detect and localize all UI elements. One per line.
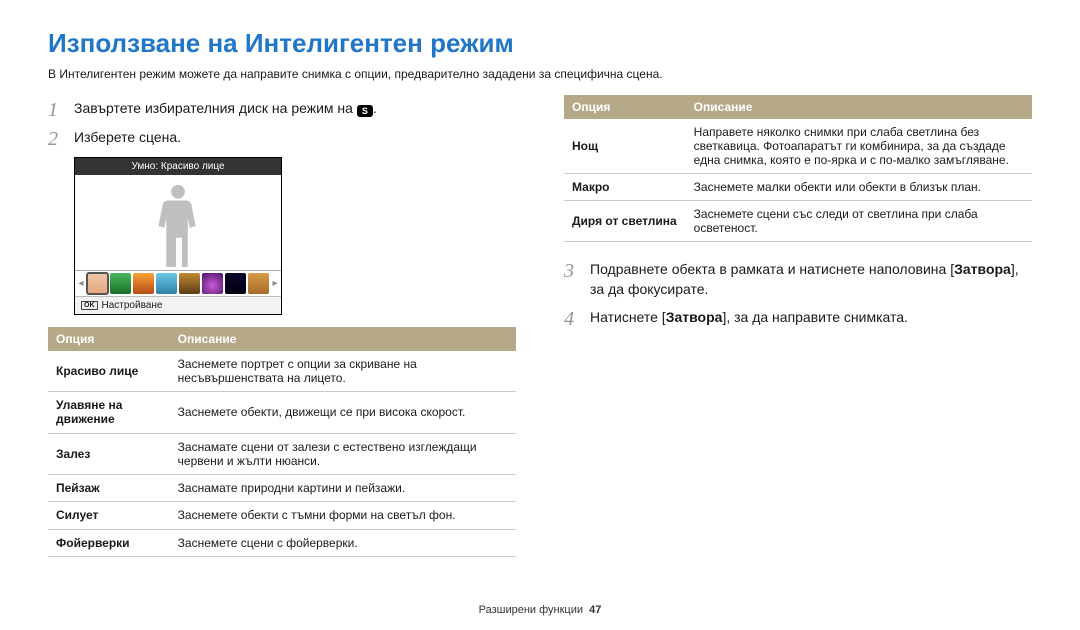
option-description: Направете няколко снимки при слаба светл… <box>686 119 1032 174</box>
page-title: Използване на Интелигентен режим <box>48 28 1032 59</box>
screen-footer: OK Настройване <box>75 296 281 314</box>
option-description: Заснемете обекти, движещи се при висока … <box>170 392 516 434</box>
option-name: Диря от светлина <box>564 201 686 242</box>
screen-body <box>75 175 281 270</box>
option-description: Заснемете портрет с опции за скриване на… <box>170 351 516 392</box>
scene-thumb[interactable] <box>202 273 223 294</box>
step-2: 2 Изберете сцена. <box>48 128 516 149</box>
col-option: Опция <box>48 327 170 351</box>
option-description: Заснемете сцени със следи от светлина пр… <box>686 201 1032 242</box>
scene-thumb[interactable] <box>179 273 200 294</box>
page-footer: Разширени функции 47 <box>0 604 1080 616</box>
table-row: СилуетЗаснемете обекти с тъмни форми на … <box>48 502 516 529</box>
step-4-text-pre: Натиснете [ <box>590 309 666 325</box>
step-2-text: Изберете сцена. <box>74 128 181 149</box>
scroll-right-icon[interactable]: ▸ <box>271 278 279 289</box>
right-column: Опция Описание НощНаправете няколко сним… <box>564 95 1032 557</box>
col-description: Описание <box>686 95 1032 119</box>
mode-dial-icon: S <box>357 105 373 117</box>
step-1-text-pre: Завъртете избирателния диск на режим на <box>74 100 357 116</box>
scene-thumbs-row: ◂ ▸ <box>75 270 281 296</box>
option-name: Красиво лице <box>48 351 170 392</box>
footer-section: Разширени функции <box>479 604 583 616</box>
option-name: Макро <box>564 174 686 201</box>
option-description: Заснемете малки обекти или обекти в близ… <box>686 174 1032 201</box>
table-row: ФойерверкиЗаснемете сцени с фойерверки. <box>48 529 516 556</box>
step-1-text-post: . <box>373 100 377 116</box>
camera-screen-mock: Умно: Красиво лице ◂ ▸ <box>74 157 284 315</box>
left-column: 1 Завъртете избирателния диск на режим н… <box>48 95 516 557</box>
step-4: 4 Натиснете [Затвора], за да направите с… <box>564 308 1032 329</box>
table-row: НощНаправете няколко снимки при слаба св… <box>564 119 1032 174</box>
option-name: Улавяне на движение <box>48 392 170 434</box>
step-number: 3 <box>564 260 582 299</box>
screen-footer-label: Настройване <box>102 300 163 311</box>
options-table-left: Опция Описание Красиво лицеЗаснемете пор… <box>48 327 516 557</box>
option-name: Нощ <box>564 119 686 174</box>
scene-thumb[interactable] <box>87 273 108 294</box>
table-row: Диря от светлинаЗаснемете сцени със след… <box>564 201 1032 242</box>
screen-header: Умно: Красиво лице <box>75 158 281 175</box>
footer-page-number: 47 <box>589 604 601 616</box>
step-3: 3 Подравнете обекта в рамката и натиснет… <box>564 260 1032 299</box>
step-number: 4 <box>564 308 582 329</box>
intro-text: В Интелигентен режим можете да направите… <box>48 67 1032 81</box>
step-4-bold: Затвора <box>666 309 723 325</box>
scene-thumb[interactable] <box>110 273 131 294</box>
col-option: Опция <box>564 95 686 119</box>
option-description: Заснемете обекти с тъмни форми на светъл… <box>170 502 516 529</box>
table-row: Красиво лицеЗаснемете портрет с опции за… <box>48 351 516 392</box>
table-row: МакроЗаснемете малки обекти или обекти в… <box>564 174 1032 201</box>
ok-indicator-icon: OK <box>81 301 98 310</box>
option-description: Заснемете сцени с фойерверки. <box>170 529 516 556</box>
option-name: Фойерверки <box>48 529 170 556</box>
step-number: 1 <box>48 99 66 120</box>
col-description: Описание <box>170 327 516 351</box>
step-number: 2 <box>48 128 66 149</box>
option-name: Силует <box>48 502 170 529</box>
option-name: Залез <box>48 433 170 474</box>
table-row: ПейзажЗаснамате природни картини и пейза… <box>48 474 516 501</box>
scene-thumb[interactable] <box>133 273 154 294</box>
step-3-bold: Затвора <box>954 261 1011 277</box>
scene-thumb[interactable] <box>156 273 177 294</box>
step-3-text-pre: Подравнете обекта в рамката и натиснете … <box>590 261 954 277</box>
option-description: Заснамате природни картини и пейзажи. <box>170 474 516 501</box>
step-1: 1 Завъртете избирателния диск на режим н… <box>48 99 516 120</box>
scroll-left-icon[interactable]: ◂ <box>77 278 85 289</box>
option-description: Заснамате сцени от залези с естествено и… <box>170 433 516 474</box>
option-name: Пейзаж <box>48 474 170 501</box>
scene-thumb[interactable] <box>248 273 269 294</box>
person-silhouette-icon <box>148 181 208 269</box>
options-table-right: Опция Описание НощНаправете няколко сним… <box>564 95 1032 242</box>
table-row: ЗалезЗаснамате сцени от залези с естеств… <box>48 433 516 474</box>
step-4-text-post: ], за да направите снимката. <box>722 309 908 325</box>
scene-thumb[interactable] <box>225 273 246 294</box>
table-row: Улавяне на движениеЗаснемете обекти, дви… <box>48 392 516 434</box>
